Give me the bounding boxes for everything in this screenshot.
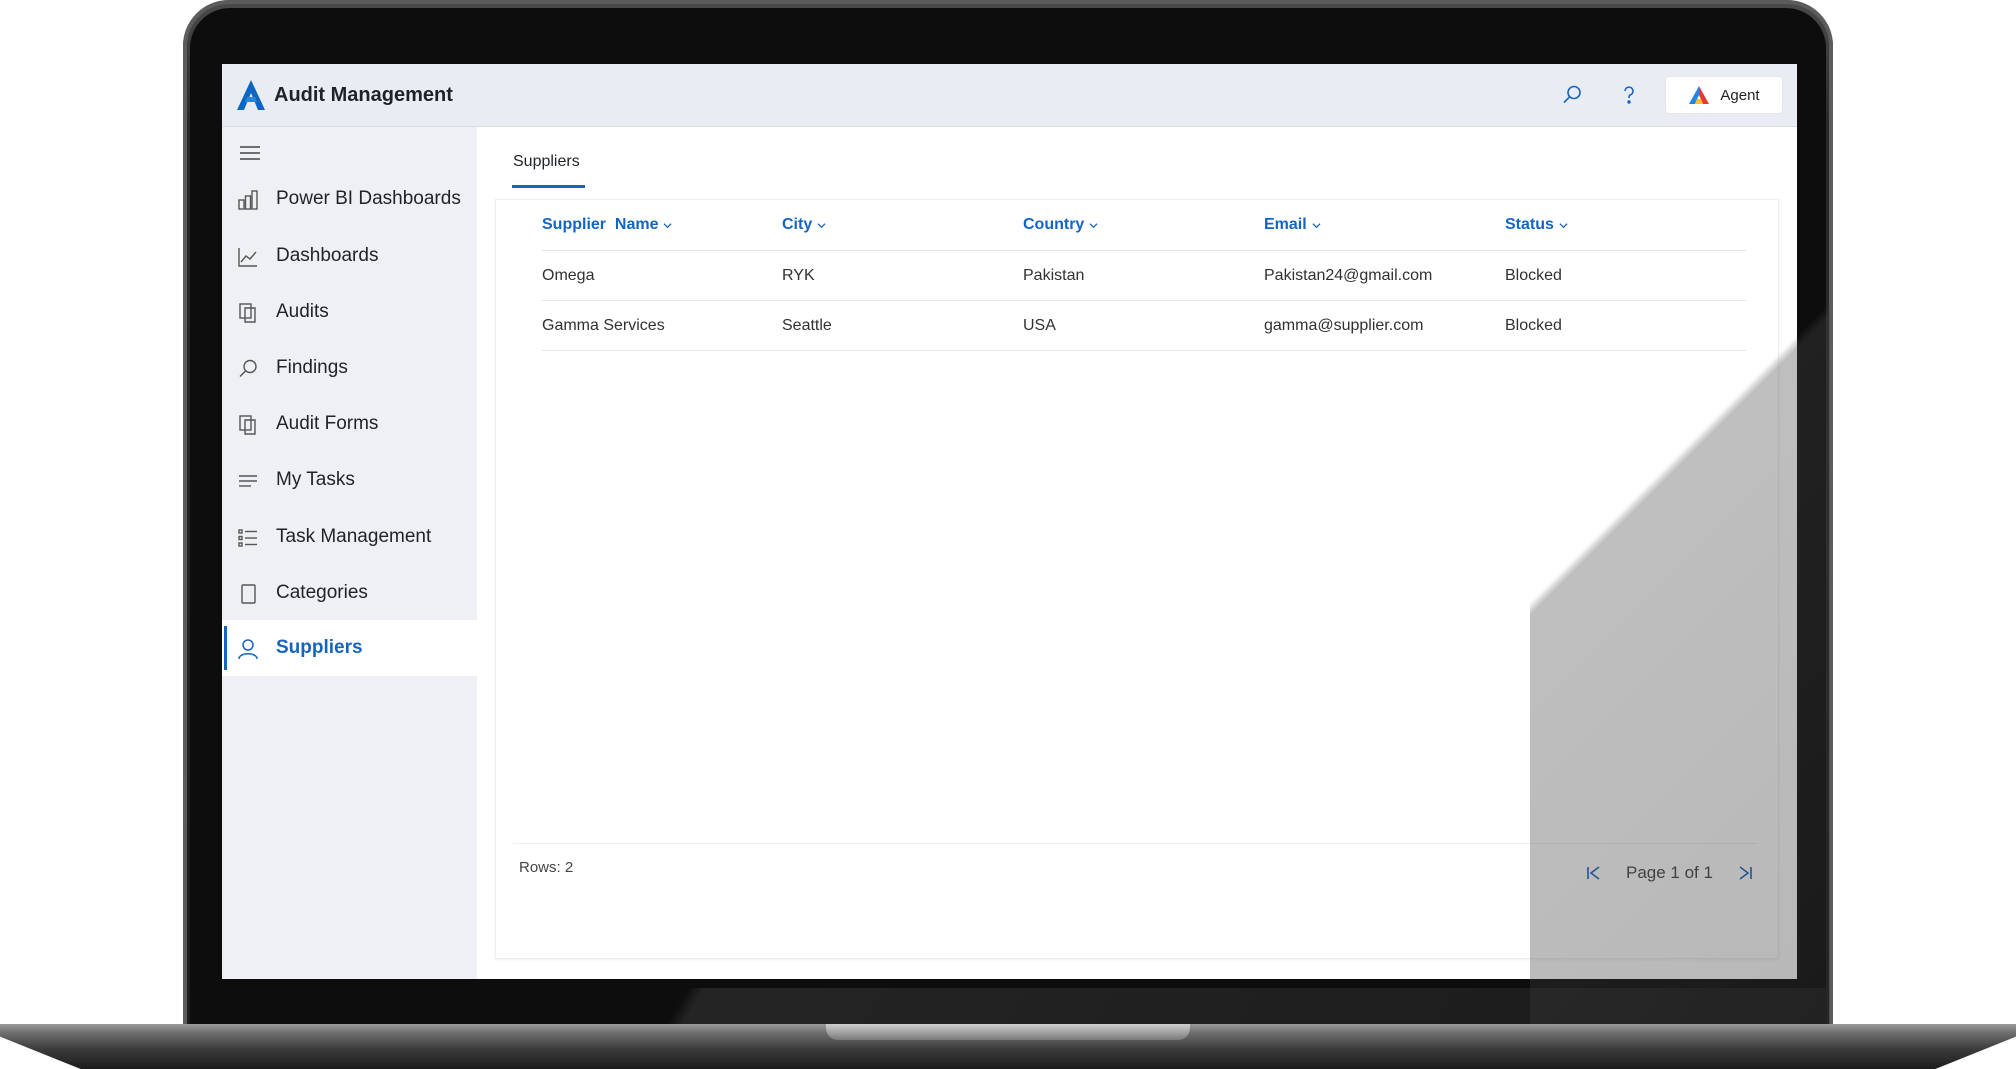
sidebar-item-label: My Tasks <box>276 469 355 490</box>
column-header-email[interactable]: Email <box>1264 200 1321 250</box>
app-screen: Audit Management Agent Power BI Dashboar… <box>222 64 1797 979</box>
sidebar-item-label: Audits <box>276 301 329 322</box>
checklist-icon <box>238 529 257 547</box>
person-icon <box>238 639 258 660</box>
cell-supplier-name: Omega <box>542 266 595 284</box>
sidebar-item-audits[interactable]: Audits <box>222 284 477 340</box>
search-icon <box>239 359 257 377</box>
sidebar-item-task-management[interactable]: Task Management <box>222 509 477 565</box>
page-indicator: Page 1 of 1 <box>1626 863 1713 882</box>
sidebar-item-label: Categories <box>276 582 368 603</box>
hamburger-icon[interactable] <box>238 141 262 165</box>
sidebar: Power BI Dashboards Dashboards Audits Fi… <box>222 127 477 979</box>
laptop-hinge <box>826 1024 1190 1040</box>
last-page-icon <box>1739 866 1752 880</box>
sidebar-item-suppliers[interactable]: Suppliers <box>222 620 477 676</box>
column-header-label: City <box>782 216 813 233</box>
cell-email: gamma@supplier.com <box>1264 316 1424 334</box>
sidebar-item-label: Power BI Dashboards <box>276 188 461 209</box>
sidebar-item-label: Findings <box>276 357 348 378</box>
sidebar-item-my-tasks[interactable]: My Tasks <box>222 452 477 508</box>
search-icon[interactable] <box>1557 80 1587 110</box>
help-icon[interactable] <box>1614 80 1644 110</box>
cell-country: USA <box>1023 316 1056 334</box>
app-title: Audit Management <box>274 84 453 106</box>
bar-chart-icon <box>238 190 258 210</box>
last-page-button[interactable] <box>1733 861 1757 885</box>
tab-suppliers[interactable]: Suppliers <box>513 153 580 171</box>
sidebar-item-findings[interactable]: Findings <box>222 340 477 396</box>
tab-active-indicator <box>512 185 585 188</box>
suppliers-grid: Supplier Name City Country Email Status <box>495 199 1779 959</box>
cell-status: Blocked <box>1505 316 1562 334</box>
cell-city: RYK <box>782 266 815 284</box>
footer-divider <box>513 843 1757 844</box>
cell-status: Blocked <box>1505 266 1562 284</box>
agent-label: Agent <box>1720 86 1760 104</box>
page-icon <box>241 584 256 604</box>
column-header-supplier-name[interactable]: Supplier Name <box>542 200 673 250</box>
documents-icon <box>239 415 256 435</box>
chevron-down-icon <box>1559 222 1568 228</box>
pagination: Page 1 of 1 <box>1582 861 1757 885</box>
sidebar-item-label: Task Management <box>276 526 432 547</box>
table-header: Supplier Name City Country Email Status <box>542 200 1746 251</box>
cell-supplier-name: Gamma Services <box>542 316 665 334</box>
sidebar-item-categories[interactable]: Categories <box>222 565 477 621</box>
sidebar-item-dashboards[interactable]: Dashboards <box>222 228 477 284</box>
sidebar-item-label: Suppliers <box>276 637 363 658</box>
agent-button[interactable]: Agent <box>1666 77 1782 113</box>
column-header-country[interactable]: Country <box>1023 200 1098 250</box>
app-logo <box>237 80 265 110</box>
sidebar-item-label: Dashboards <box>276 245 379 266</box>
column-header-label: Supplier Name <box>542 216 659 233</box>
cell-city: Seattle <box>782 316 832 334</box>
main-content: Suppliers Supplier Name City Country Ema… <box>477 127 1797 979</box>
chevron-down-icon <box>817 222 826 228</box>
agent-logo-icon <box>1689 86 1710 104</box>
chevron-down-icon <box>663 222 673 228</box>
column-header-label: Email <box>1264 216 1307 233</box>
column-header-status[interactable]: Status <box>1505 200 1568 250</box>
table-row[interactable]: Gamma Services Seattle USA gamma@supplie… <box>542 301 1746 351</box>
cell-email: Pakistan24@gmail.com <box>1264 266 1433 284</box>
lines-icon <box>239 475 257 487</box>
top-bar: Audit Management Agent <box>222 64 1797 127</box>
column-header-label: Status <box>1505 216 1554 233</box>
column-header-city[interactable]: City <box>782 200 826 250</box>
sidebar-item-label: Audit Forms <box>276 413 379 434</box>
table-row[interactable]: Omega RYK Pakistan Pakistan24@gmail.com … <box>542 251 1746 301</box>
column-header-label: Country <box>1023 216 1085 233</box>
rows-count: Rows: 2 <box>519 859 574 876</box>
first-page-button[interactable] <box>1582 861 1606 885</box>
cell-country: Pakistan <box>1023 266 1085 284</box>
sidebar-item-audit-forms[interactable]: Audit Forms <box>222 396 477 452</box>
documents-icon <box>239 303 256 323</box>
line-chart-icon <box>238 248 257 267</box>
chevron-down-icon <box>1312 222 1321 228</box>
chevron-down-icon <box>1089 222 1098 228</box>
sidebar-item-power-bi-dashboards[interactable]: Power BI Dashboards <box>222 171 477 227</box>
first-page-icon <box>1587 866 1600 880</box>
